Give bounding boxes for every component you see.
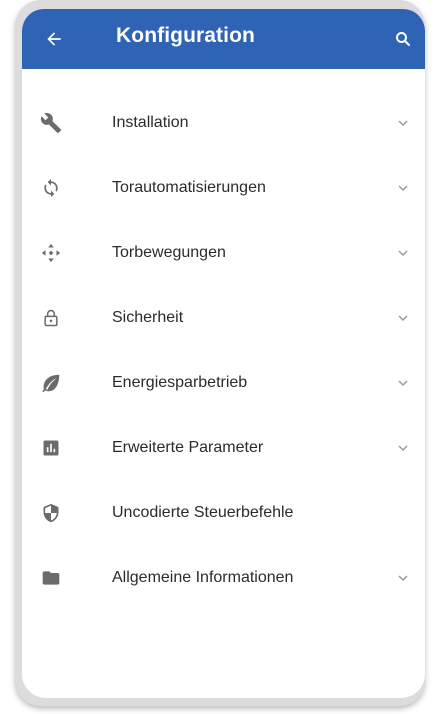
back-button[interactable] [36, 21, 72, 57]
lock-icon [40, 307, 62, 329]
menu-item-label: Sicherheit [112, 308, 184, 326]
leaf-icon [40, 372, 62, 394]
chevron-down-icon [395, 375, 411, 391]
menu-item-label: Installation [112, 113, 189, 131]
wrench-icon [40, 112, 62, 134]
menu-item-torbewegungen[interactable]: Torbewegungen [22, 220, 425, 285]
move-arrows-icon [40, 242, 62, 264]
app-bar: Konfiguration [22, 9, 425, 69]
chart-box-icon [40, 437, 62, 459]
folder-icon [40, 567, 62, 589]
menu-item-energiesparbetrieb[interactable]: Energiesparbetrieb [22, 350, 425, 415]
menu-item-label: Erweiterte Parameter [112, 438, 264, 456]
chevron-down-icon [395, 180, 411, 196]
chevron-down-icon [395, 310, 411, 326]
menu-item-label: Energiesparbetrieb [112, 373, 248, 391]
menu-item-uncodierte-steuerbefehle[interactable]: Uncodierte Steuerbefehle [22, 480, 425, 545]
sync-icon [40, 177, 62, 199]
app-screen: Konfiguration Installation Torautomatisi… [22, 9, 425, 698]
menu-item-allgemeine-informationen[interactable]: Allgemeine Informationen [22, 545, 425, 610]
search-icon [396, 32, 411, 47]
search-button[interactable] [385, 21, 421, 57]
menu-item-label: Torautomatisierungen [112, 178, 266, 196]
shield-icon [40, 502, 62, 524]
phone-frame: Konfiguration Installation Torautomatisi… [15, 0, 425, 706]
page: Konfiguration Installation Torautomatisi… [0, 0, 437, 714]
menu-item-torautomatisierungen[interactable]: Torautomatisierungen [22, 155, 425, 220]
menu-item-erweiterte-parameter[interactable]: Erweiterte Parameter [22, 415, 425, 480]
menu-item-label: Allgemeine Informationen [112, 568, 294, 586]
menu-item-sicherheit[interactable]: Sicherheit [22, 285, 425, 350]
menu-item-installation[interactable]: Installation [22, 90, 425, 155]
chevron-down-icon [395, 115, 411, 131]
chevron-down-icon [395, 570, 411, 586]
chevron-down-icon [395, 440, 411, 456]
page-title: Konfiguration [116, 24, 255, 47]
arrow-left-icon [47, 32, 61, 46]
chevron-down-icon [395, 245, 411, 261]
menu-item-label: Torbewegungen [112, 243, 226, 261]
menu-item-label: Uncodierte Steuerbefehle [112, 503, 294, 521]
config-menu-list: Installation Torautomatisierungen Torbew… [22, 90, 425, 610]
